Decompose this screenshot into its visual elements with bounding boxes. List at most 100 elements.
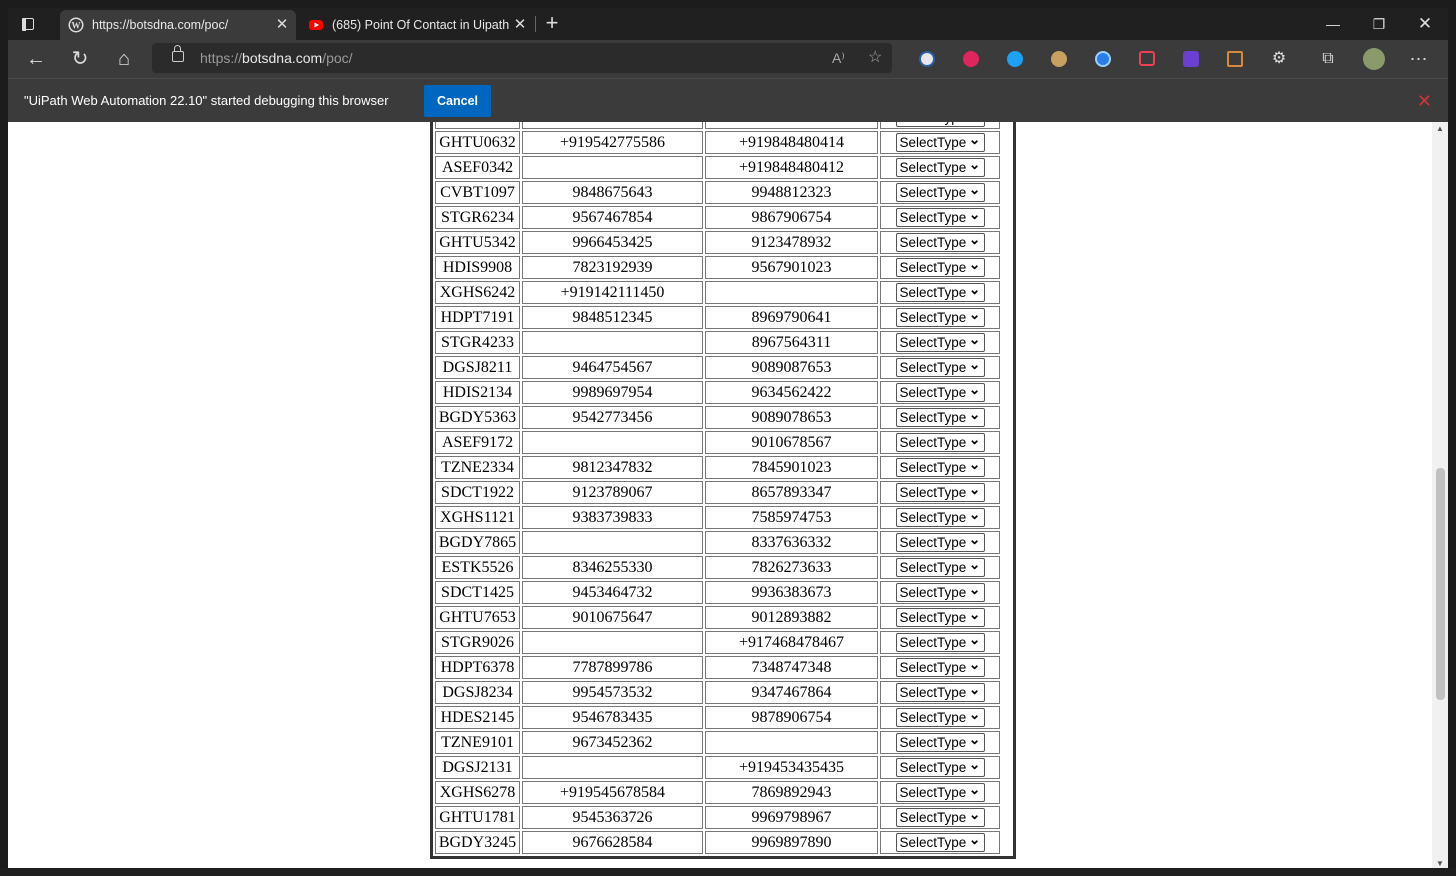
type-select[interactable]: SelectType⌄ [895,181,985,202]
back-icon[interactable]: ← [21,44,51,74]
code-cell: DGSJ2131 [435,756,520,779]
type-select[interactable]: SelectType⌄ [895,132,985,152]
scrollbar-thumb[interactable] [1436,468,1445,700]
type-select[interactable]: SelectType⌄ [895,782,985,802]
table-row: XGHS6278 +919545678584 7869892943 SelectTyp… [435,781,1000,804]
more-menu-icon[interactable]: ⋯ [1408,48,1430,70]
type-select[interactable]: SelectType⌄ [895,732,985,752]
phone-2-cell: 8967564311 [705,331,878,354]
address-bar[interactable]: https://botsdna.com/poc/ A⁾ ☆ [152,43,892,73]
svg-text:W: W [72,21,81,31]
type-select[interactable]: SelectType⌄ [895,282,985,302]
tab-youtube[interactable]: (685) Point Of Contact in Uipath ✕ [300,10,534,40]
type-cell: SelectType⌄ [880,281,1000,304]
code-cell: STGR6234 [435,206,520,229]
type-select[interactable]: SelectType⌄ [895,156,985,177]
phone-2-cell: 9878906754 [705,706,878,729]
type-select[interactable]: SelectType⌄ [895,557,985,577]
type-select[interactable]: SelectType⌄ [895,432,985,452]
type-select[interactable]: SelectType⌄ [895,582,985,602]
url-text[interactable]: https://botsdna.com/poc/ [200,43,353,73]
extensions-puzzle-icon[interactable]: ⚙ [1268,48,1290,70]
type-select-value: SelectType [899,160,967,175]
type-select-value: SelectType [899,685,967,700]
scroll-down-icon[interactable]: ▼ [1432,859,1448,868]
close-window-icon[interactable]: ✕ [1402,8,1448,40]
type-select[interactable]: SelectType⌄ [895,207,985,227]
phone-1-cell [522,756,703,779]
type-select[interactable]: SelectType⌄ [895,507,985,527]
type-select-value: SelectType [899,460,967,475]
type-select[interactable]: SelectType⌄ [895,807,985,827]
extension-icon[interactable] [963,51,979,67]
phone-2-cell [705,281,878,304]
type-cell: SelectType⌄ [880,356,1000,379]
refresh-icon[interactable]: ↻ [65,44,95,74]
phone-1-cell [522,156,703,179]
type-select[interactable]: SelectType⌄ [895,682,985,702]
type-cell: SelectType⌄ [880,122,1000,129]
extension-icon[interactable] [1007,51,1023,67]
close-tab-icon[interactable]: ✕ [510,10,530,40]
type-select[interactable]: SelectType⌄ [895,122,985,127]
lock-icon[interactable] [172,45,184,62]
chevron-down-icon: ⌄ [968,606,981,622]
extension-icon[interactable] [1139,51,1155,66]
type-cell: SelectType⌄ [880,206,1000,229]
table-row: ESTK5526 8346255330 7826273633 SelectType ⌄ [435,556,1000,579]
chevron-down-icon: ⌄ [968,656,981,672]
type-cell: SelectType⌄ [880,681,1000,704]
type-select[interactable]: SelectType⌄ [895,332,985,352]
avatar[interactable] [1363,48,1385,70]
type-select[interactable]: SelectType⌄ [895,482,985,502]
phone-1-cell [522,331,703,354]
type-select[interactable]: SelectType⌄ [895,707,985,727]
phone-1-cell: 9812347832 [522,456,703,479]
extension-icon[interactable] [919,51,935,67]
type-select[interactable]: SelectType⌄ [895,532,985,552]
favorite-icon[interactable]: ☆ [868,43,882,73]
page-viewport: BGDY561788678564556787989785SelectType⌄G… [8,122,1432,870]
type-select[interactable]: SelectType⌄ [895,257,985,277]
extension-icon[interactable] [1183,51,1199,67]
collections-icon[interactable]: ⧉ [1317,48,1339,70]
chevron-down-icon: ⌄ [968,181,981,197]
cancel-button[interactable]: Cancel [424,85,491,117]
restore-icon[interactable]: ❐ [1356,8,1402,40]
chevron-down-icon: ⌄ [968,456,981,472]
minimize-icon[interactable]: — [1310,8,1356,40]
home-icon[interactable]: ⌂ [109,44,139,74]
extension-icon[interactable] [1051,51,1067,67]
type-select[interactable]: SelectType⌄ [895,606,985,627]
chevron-down-icon: ⌄ [968,156,981,172]
type-select[interactable]: SelectType⌄ [895,407,985,427]
type-select[interactable]: SelectType⌄ [895,632,985,652]
tab-actions-icon[interactable] [20,16,36,32]
debugging-infobar: "UiPath Web Automation 22.10" started de… [8,78,1448,123]
type-select[interactable]: SelectType⌄ [895,757,985,777]
scroll-up-icon[interactable]: ▲ [1432,124,1448,133]
vertical-scrollbar[interactable]: ▲ ▼ [1432,122,1448,870]
tab-botsdna[interactable]: W https://botsdna.com/poc/ ✕ [60,10,296,40]
type-select[interactable]: SelectType⌄ [895,232,985,252]
type-select-value: SelectType [899,185,967,200]
url-prefix: https:// [200,50,243,66]
type-select[interactable]: SelectType⌄ [895,382,985,402]
type-select[interactable]: SelectType⌄ [895,832,985,852]
phone-1-cell: 9542773456 [522,406,703,429]
extension-icon[interactable] [1227,51,1243,67]
type-select[interactable]: SelectType⌄ [895,357,985,377]
new-tab-button[interactable]: + [540,8,564,40]
phone-1-cell [522,431,703,454]
read-aloud-icon[interactable]: A⁾ [832,43,845,73]
code-cell: HDIS9908 [435,256,520,279]
phone-1-cell: 9673452362 [522,731,703,754]
close-infobar-icon[interactable]: ✕ [1417,91,1432,111]
table-row: DGSJ8234 9954573532 9347467864 SelectType ⌄ [435,681,1000,704]
type-select[interactable]: SelectType⌄ [895,307,985,327]
extension-icon[interactable] [1095,51,1111,67]
type-select[interactable]: SelectType⌄ [895,656,985,677]
type-select[interactable]: SelectType⌄ [895,456,985,477]
taskbar [0,868,1456,876]
close-tab-icon[interactable]: ✕ [272,10,292,40]
